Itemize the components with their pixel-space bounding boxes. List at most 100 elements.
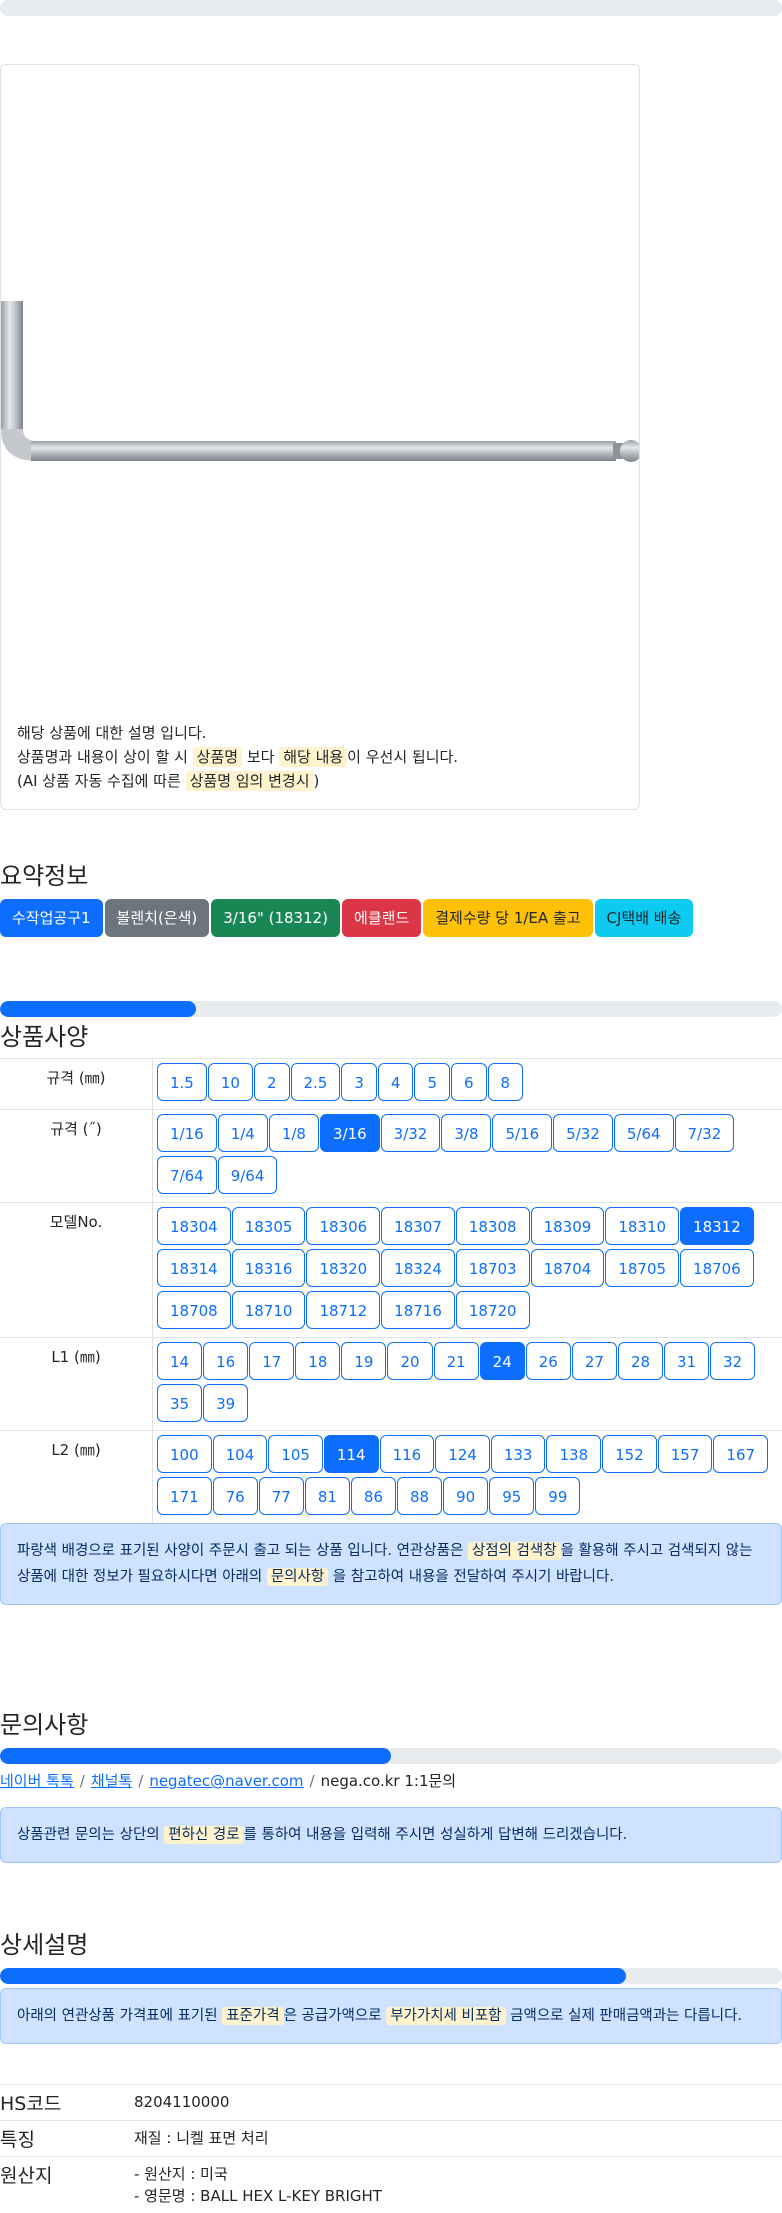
spec-option-button[interactable]: 171 xyxy=(157,1477,212,1515)
detail-key: 특징 xyxy=(0,2121,134,2156)
spec-option-button[interactable]: 31 xyxy=(664,1342,709,1380)
spec-option-button[interactable]: 14 xyxy=(157,1342,202,1380)
spec-option-button[interactable]: 95 xyxy=(489,1477,534,1515)
spec-option-button[interactable]: 18316 xyxy=(232,1249,306,1287)
channeltalk-link[interactable]: 채널톡 xyxy=(91,1772,132,1790)
spec-option-button[interactable]: 18320 xyxy=(306,1249,380,1287)
spec-option-button[interactable]: 18716 xyxy=(381,1291,455,1329)
summary-section: 요약정보 수작업공구1볼렌치(은색)3/16" (18312)에클랜드결제수량 … xyxy=(0,856,782,937)
spec-option-button[interactable]: 18312 xyxy=(680,1207,754,1245)
info-text: 아래의 연관상품 가격표에 표기된 xyxy=(17,2008,222,2024)
spec-option-button[interactable]: 18708 xyxy=(157,1291,231,1329)
spec-option-button[interactable]: 18307 xyxy=(381,1207,455,1245)
spec-option-button[interactable]: 18712 xyxy=(306,1291,380,1329)
spec-option-button[interactable]: 2.5 xyxy=(291,1063,341,1101)
spec-option-button[interactable]: 1.5 xyxy=(157,1063,207,1101)
spec-option-button[interactable]: 133 xyxy=(491,1435,546,1473)
spec-option-button[interactable]: 1/8 xyxy=(269,1114,319,1152)
spec-option-button[interactable]: 81 xyxy=(305,1477,350,1515)
spec-options: 1830418305183061830718308183091831018312… xyxy=(153,1203,782,1338)
spec-option-button[interactable]: 124 xyxy=(435,1435,490,1473)
spec-option-button[interactable]: 86 xyxy=(351,1477,396,1515)
spec-option-button[interactable]: 18305 xyxy=(232,1207,306,1245)
spec-option-button[interactable]: 18710 xyxy=(232,1291,306,1329)
spec-option-button[interactable]: 105 xyxy=(268,1435,323,1473)
spec-option-button[interactable]: 16 xyxy=(203,1342,248,1380)
spec-option-button[interactable]: 18 xyxy=(295,1342,340,1380)
spec-option-button[interactable]: 32 xyxy=(710,1342,755,1380)
detail-progress-fill xyxy=(0,1968,626,1984)
info-text: 상품관련 문의는 상단의 xyxy=(17,1827,164,1843)
spec-options: 14161718192021242627283132 3539 xyxy=(153,1338,782,1431)
spec-option-button[interactable]: 167 xyxy=(713,1435,768,1473)
spec-option-button[interactable]: 88 xyxy=(397,1477,442,1515)
spec-option-button[interactable]: 26 xyxy=(526,1342,571,1380)
naver-talktalk-link[interactable]: 네이버 톡톡 xyxy=(0,1772,74,1790)
spec-option-button[interactable]: 5/64 xyxy=(614,1114,674,1152)
detail-title: 상세설명 xyxy=(0,1925,782,1960)
spec-info-alert: 파랑색 배경으로 표기된 사양이 주문시 출고 되는 상품 입니다. 연관상품은… xyxy=(0,1523,782,1605)
spec-option-button[interactable]: 104 xyxy=(213,1435,268,1473)
spec-option-button[interactable]: 114 xyxy=(324,1435,379,1473)
spec-option-button[interactable]: 5 xyxy=(414,1063,450,1101)
spec-option-button[interactable]: 5/32 xyxy=(553,1114,613,1152)
spec-option-button[interactable]: 157 xyxy=(658,1435,713,1473)
spec-option-button[interactable]: 2 xyxy=(254,1063,290,1101)
detail-key: HS코드 xyxy=(0,2085,134,2120)
spec-option-button[interactable]: 76 xyxy=(213,1477,258,1515)
summary-badge: 볼렌치(은색) xyxy=(105,899,210,937)
product-note: 해당 상품에 대한 설명 입니다. 상품명과 내용이 상이 할 시 상품명 보다… xyxy=(17,721,458,793)
spec-option-button[interactable]: 1/4 xyxy=(218,1114,268,1152)
spec-option-button[interactable]: 18304 xyxy=(157,1207,231,1245)
spec-option-button[interactable]: 18706 xyxy=(680,1249,754,1287)
spec-option-button[interactable]: 27 xyxy=(572,1342,617,1380)
spec-option-button[interactable]: 18720 xyxy=(456,1291,530,1329)
spec-option-button[interactable]: 35 xyxy=(157,1384,202,1422)
spec-option-button[interactable]: 3/16 xyxy=(320,1114,380,1152)
spec-option-button[interactable]: 3/32 xyxy=(381,1114,441,1152)
spec-option-button[interactable]: 7/64 xyxy=(157,1156,217,1194)
summary-badge: CJ택배 배송 xyxy=(595,899,694,937)
note-highlight: 상품명 xyxy=(193,747,242,767)
spec-option-button[interactable]: 7/32 xyxy=(675,1114,735,1152)
spec-option-button[interactable]: 3 xyxy=(341,1063,377,1101)
inquiry-links: 네이버 톡톡/채널톡/negatec@naver.com/nega.co.kr … xyxy=(0,1770,782,1791)
spec-option-button[interactable]: 18310 xyxy=(605,1207,679,1245)
spec-option-button[interactable]: 9/64 xyxy=(218,1156,278,1194)
spec-option-button[interactable]: 18308 xyxy=(456,1207,530,1245)
spec-option-button[interactable]: 18704 xyxy=(531,1249,605,1287)
email-link[interactable]: negatec@naver.com xyxy=(149,1772,303,1790)
spec-option-button[interactable]: 18705 xyxy=(605,1249,679,1287)
spec-option-button[interactable]: 18324 xyxy=(381,1249,455,1287)
spec-progress xyxy=(0,1001,782,1017)
spec-option-button[interactable]: 21 xyxy=(434,1342,479,1380)
detail-row: 특징재질 : 니켈 표면 처리 xyxy=(0,2120,782,2156)
spec-option-button[interactable]: 8 xyxy=(488,1063,524,1101)
spec-option-button[interactable]: 18703 xyxy=(456,1249,530,1287)
spec-option-button[interactable]: 99 xyxy=(535,1477,580,1515)
spec-option-button[interactable]: 116 xyxy=(380,1435,435,1473)
spec-option-button[interactable]: 100 xyxy=(157,1435,212,1473)
spec-option-button[interactable]: 28 xyxy=(618,1342,663,1380)
spec-option-button[interactable]: 18314 xyxy=(157,1249,231,1287)
spec-option-button[interactable]: 20 xyxy=(387,1342,432,1380)
spec-option-button[interactable]: 1/16 xyxy=(157,1114,217,1152)
spec-option-button[interactable]: 138 xyxy=(546,1435,601,1473)
spec-option-button[interactable]: 90 xyxy=(443,1477,488,1515)
spec-option-button[interactable]: 19 xyxy=(341,1342,386,1380)
spec-option-button[interactable]: 5/16 xyxy=(492,1114,552,1152)
spec-option-button[interactable]: 10 xyxy=(208,1063,253,1101)
spec-option-button[interactable]: 39 xyxy=(203,1384,248,1422)
spec-option-button[interactable]: 6 xyxy=(451,1063,487,1101)
info-highlight: 문의사항 xyxy=(267,1568,328,1586)
spec-option-button[interactable]: 17 xyxy=(249,1342,294,1380)
spec-option-button[interactable]: 24 xyxy=(480,1342,525,1380)
spec-option-button[interactable]: 3/8 xyxy=(441,1114,491,1152)
spec-option-button[interactable]: 18309 xyxy=(531,1207,605,1245)
spec-option-button[interactable]: 4 xyxy=(378,1063,414,1101)
spec-option-button[interactable]: 152 xyxy=(602,1435,657,1473)
breadcrumb-separator: / xyxy=(310,1772,315,1790)
spec-option-button[interactable]: 18306 xyxy=(306,1207,380,1245)
site-inquiry-text: nega.co.kr 1:1문의 xyxy=(321,1772,457,1790)
spec-option-button[interactable]: 77 xyxy=(259,1477,304,1515)
